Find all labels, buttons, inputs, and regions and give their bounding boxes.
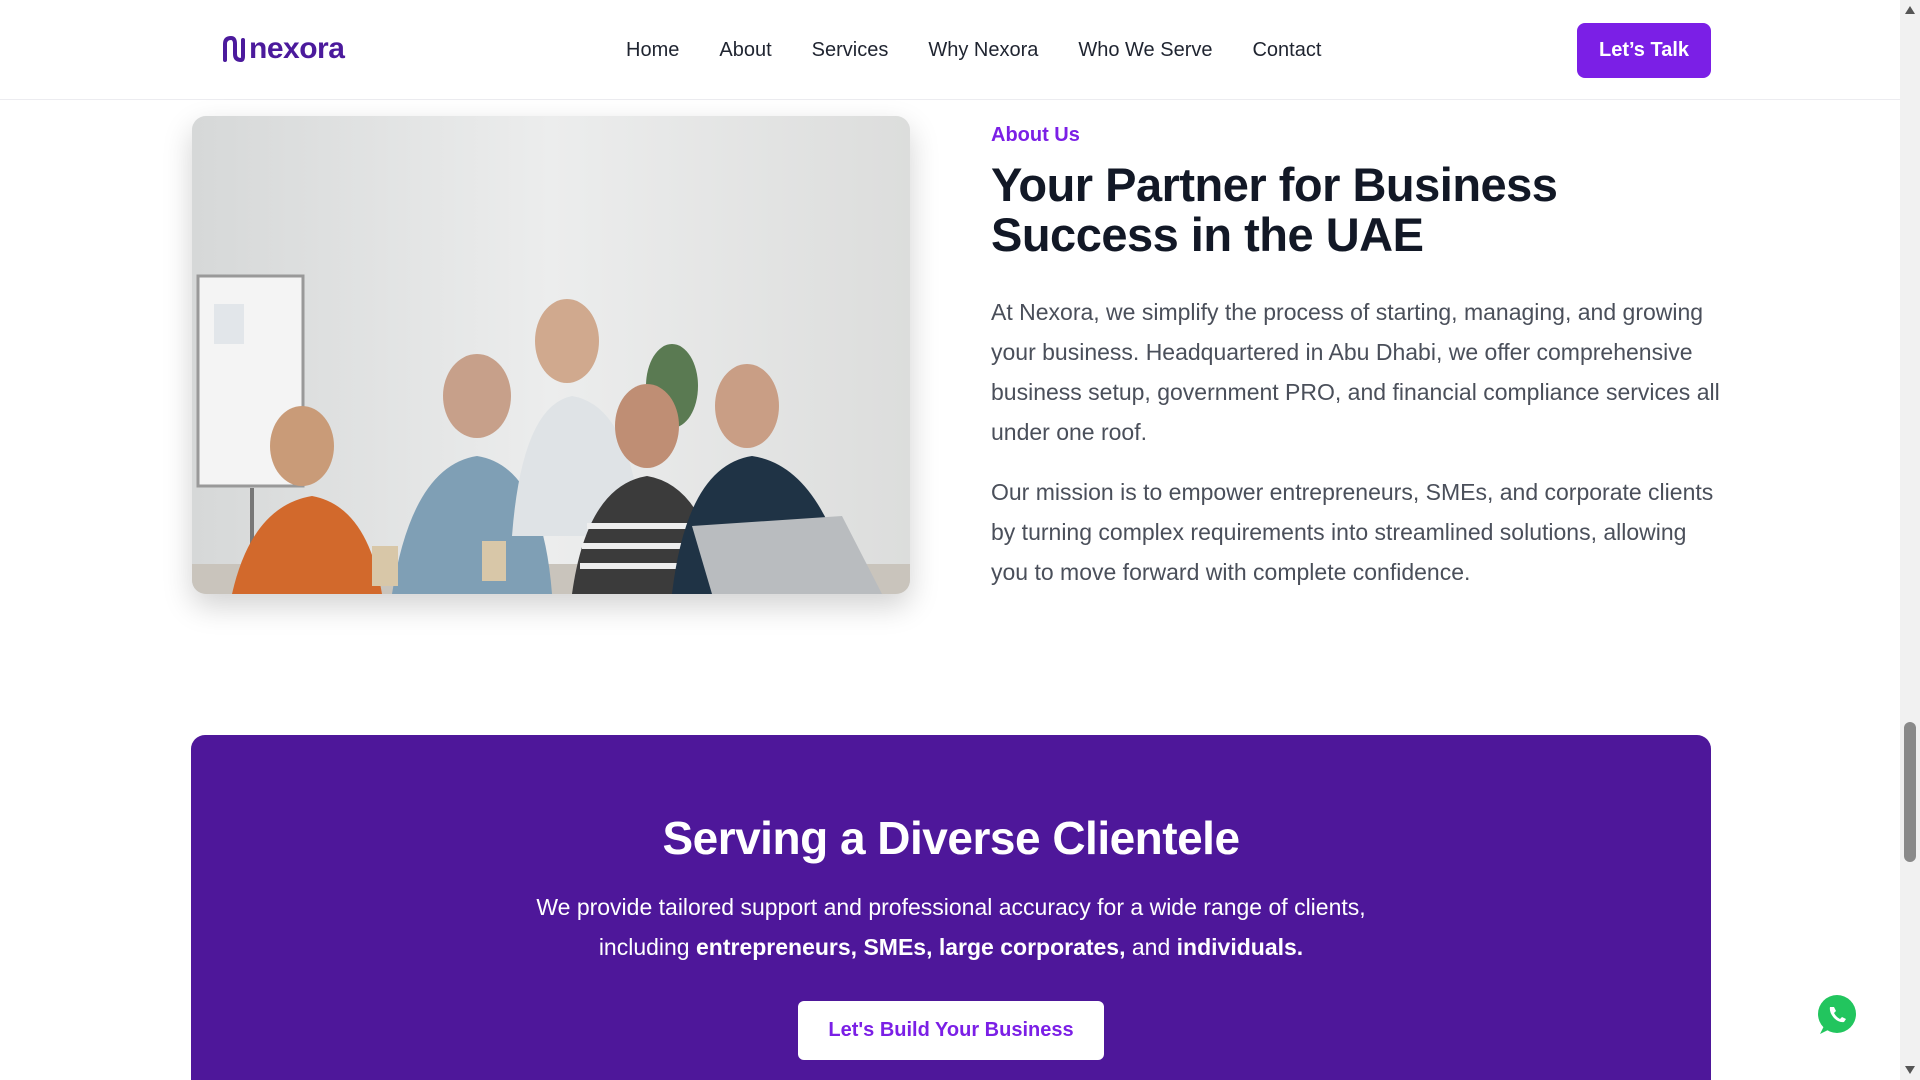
nav-who-we-serve[interactable]: Who We Serve — [1078, 36, 1212, 64]
clientele-title: Serving a Diverse Clientele — [662, 812, 1240, 864]
site-header: nexora Home About Services Why Nexora Wh… — [0, 0, 1900, 100]
nexora-logo-icon — [223, 35, 245, 63]
nav-why-nexora[interactable]: Why Nexora — [928, 36, 1038, 64]
logo-text: nexora — [249, 32, 345, 65]
nav-about[interactable]: About — [719, 36, 771, 64]
build-business-button[interactable]: Let's Build Your Business — [798, 1001, 1104, 1060]
lets-talk-button[interactable]: Let’s Talk — [1577, 23, 1711, 78]
nav-home[interactable]: Home — [626, 36, 679, 64]
clientele-bold-individuals: individuals. — [1176, 934, 1304, 960]
team-photo-illustration — [192, 116, 910, 594]
clientele-bold-clients: entrepreneurs, SMEs, large corporates, — [696, 934, 1126, 960]
whatsapp-icon[interactable] — [1812, 990, 1862, 1040]
about-section-label: About Us — [991, 124, 1080, 146]
clientele-section: Serving a Diverse Clientele We provide t… — [191, 735, 1711, 1080]
clientele-text-mid: and — [1125, 934, 1177, 960]
about-paragraph-2: Our mission is to empower entrepreneurs,… — [991, 479, 1714, 585]
scrollbar-thumb[interactable] — [1904, 722, 1916, 862]
about-paragraph-1: At Nexora, we simplify the process of st… — [991, 299, 1720, 445]
nav-services[interactable]: Services — [812, 36, 889, 64]
page-scrollbar[interactable] — [1900, 0, 1920, 1080]
scroll-up-arrow-icon[interactable] — [1905, 6, 1915, 14]
scroll-down-arrow-icon[interactable] — [1905, 1066, 1915, 1074]
clientele-description: We provide tailored support and professi… — [511, 887, 1391, 967]
logo[interactable]: nexora — [222, 32, 345, 65]
main-nav: Home About Services Why Nexora Who We Se… — [626, 36, 1321, 64]
about-title: Your Partner for Business Success in the… — [991, 158, 1558, 261]
team-meeting-photo — [192, 116, 910, 594]
nav-contact[interactable]: Contact — [1252, 36, 1321, 64]
